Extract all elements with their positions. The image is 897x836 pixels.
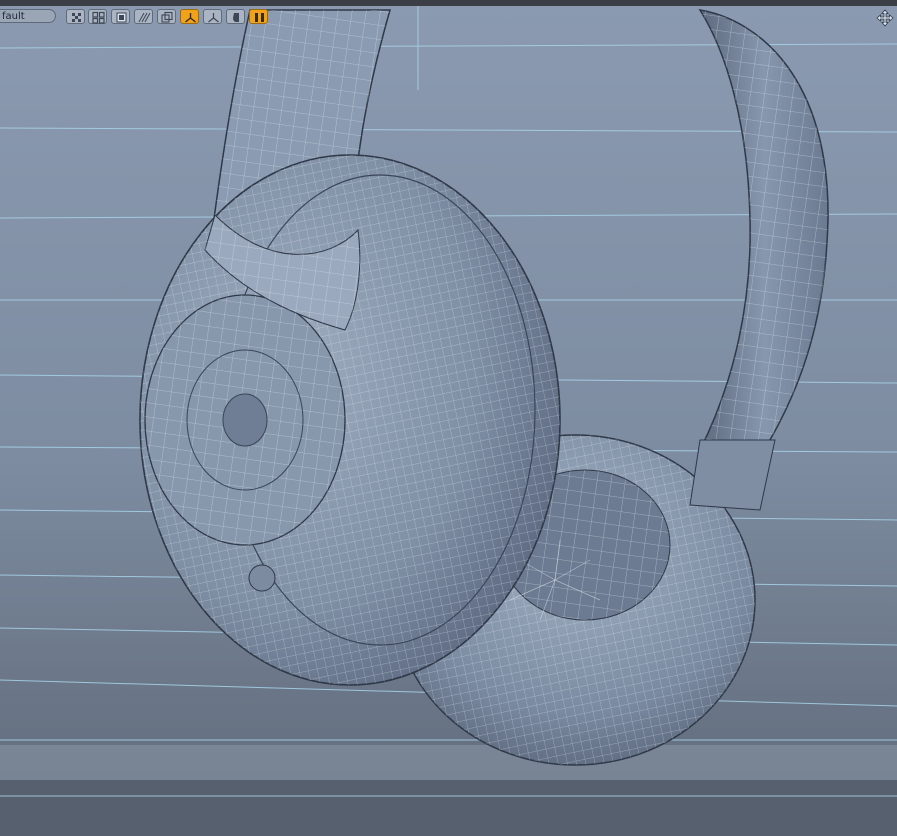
axis-gray-button[interactable] <box>203 9 222 24</box>
floor-shadow <box>0 780 897 836</box>
checker-shading-icon <box>72 13 81 22</box>
pause-bars-icon <box>255 13 264 22</box>
four-squares-icon <box>92 11 105 24</box>
axis-orange-button[interactable] <box>180 9 199 24</box>
checker-shading-button[interactable] <box>66 9 85 24</box>
diagonal-hatch-icon <box>138 12 151 23</box>
copy-layers-button[interactable] <box>157 9 176 24</box>
axis-orange-icon <box>185 13 196 23</box>
copy-layers-icon <box>161 11 173 23</box>
solid-square-button[interactable] <box>111 9 130 24</box>
viewport-toolbar: fault <box>0 6 897 28</box>
axis-gray-icon <box>208 13 219 23</box>
move-arrows-icon <box>876 9 894 27</box>
view-preset-dropdown[interactable]: fault <box>0 9 56 23</box>
pause-bars-button[interactable] <box>249 9 268 24</box>
ear-cup-front <box>139 154 561 686</box>
diagonal-hatch-button[interactable] <box>134 9 153 24</box>
half-shade-icon <box>233 13 239 22</box>
3d-viewport[interactable] <box>0 0 897 836</box>
half-shade-button[interactable] <box>226 9 245 24</box>
viewport-navigation-control[interactable] <box>876 9 894 27</box>
floor-band <box>0 745 897 780</box>
headband-connector <box>689 439 776 511</box>
modo-viewport-app: fault <box>0 0 897 836</box>
four-squares-button[interactable] <box>88 9 107 24</box>
solid-square-icon <box>116 12 127 23</box>
